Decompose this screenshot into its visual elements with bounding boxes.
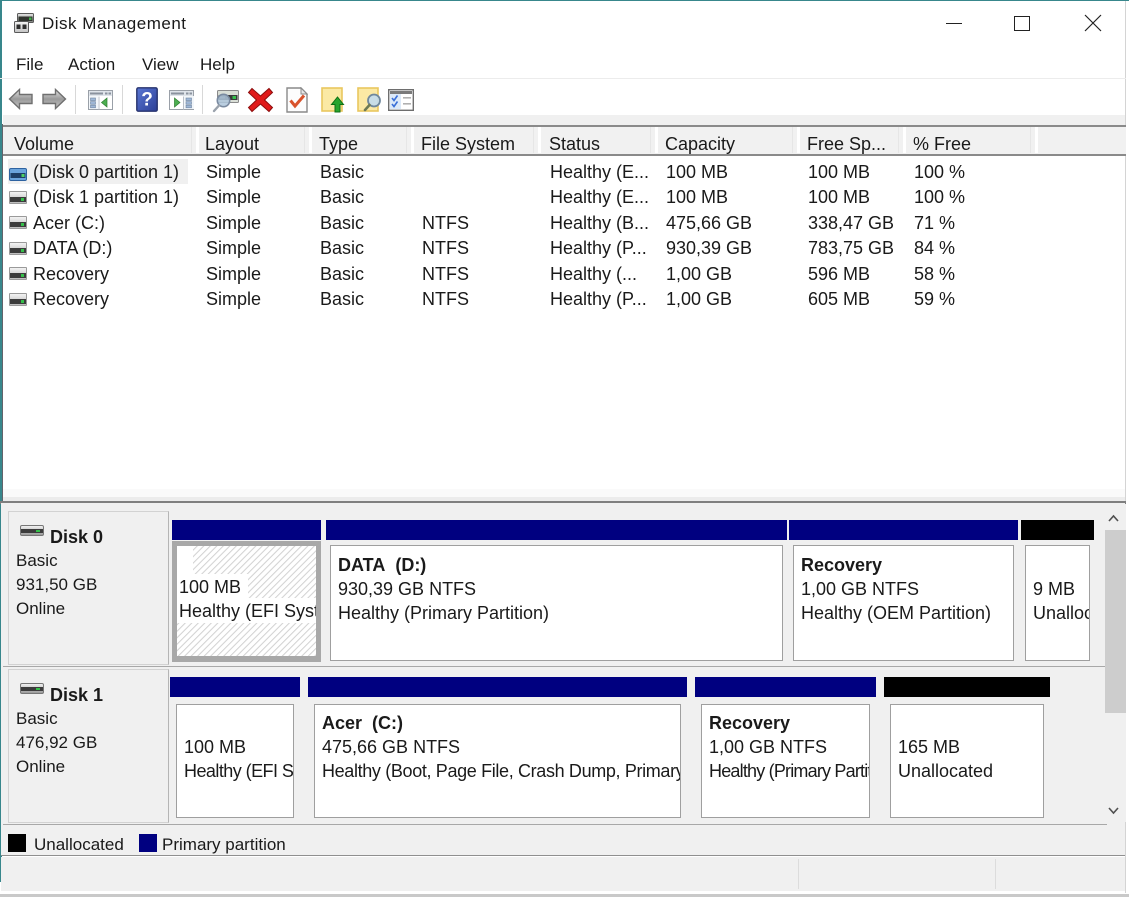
svg-text:?: ?	[141, 90, 153, 111]
